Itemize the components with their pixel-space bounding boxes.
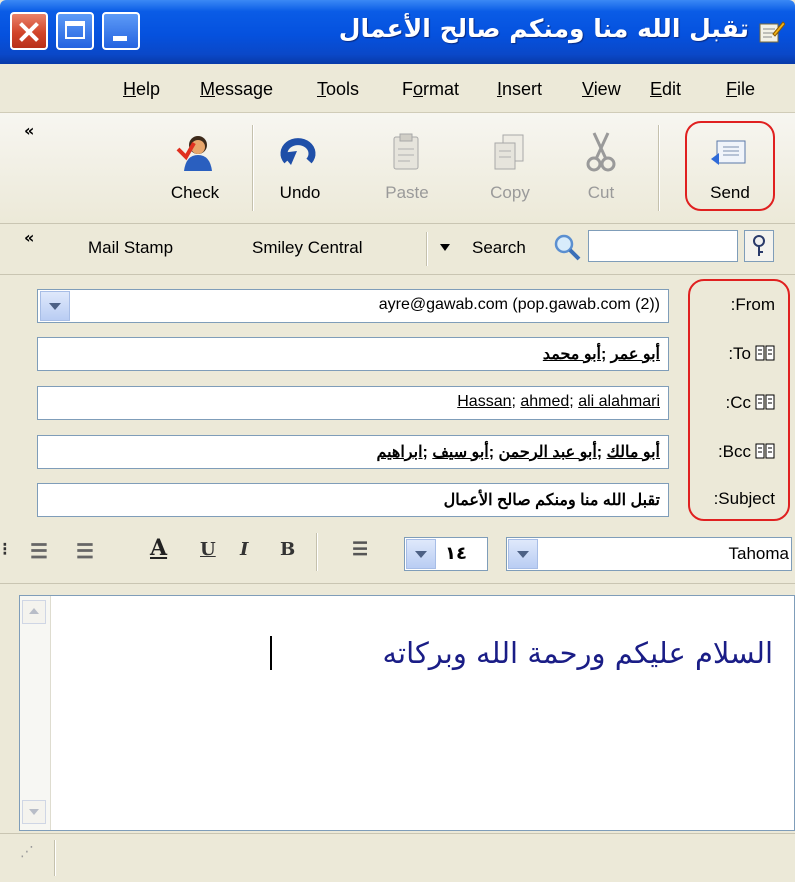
minimize-button[interactable] — [102, 12, 140, 50]
cc-recipient[interactable]: Hassan — [457, 393, 511, 410]
menu-format[interactable]: Format — [402, 79, 459, 100]
bullet-list-icon[interactable]: ☰ — [76, 539, 94, 563]
numbered-list-icon[interactable]: ☰ — [30, 539, 48, 563]
search-button[interactable]: Search — [472, 238, 526, 258]
text-cursor — [270, 636, 272, 670]
font-color-icon[interactable]: A — [150, 535, 167, 561]
main-toolbar: « Check Undo Paste Copy Cut Send — [0, 113, 795, 224]
maximize-button[interactable] — [56, 12, 94, 50]
smiley-central-button[interactable]: Smiley Central — [252, 238, 363, 258]
subject-field[interactable]: تقبل الله منا ومنكم صالح الأعمال — [37, 483, 669, 517]
menu-insert[interactable]: Insert — [497, 79, 542, 100]
title-bar[interactable]: تقبل الله منا ومنكم صالح الأعمال — [0, 0, 795, 64]
cut-button[interactable]: Cut — [566, 113, 636, 223]
paste-button[interactable]: Paste — [372, 113, 442, 223]
magnifier-icon[interactable] — [552, 232, 582, 262]
copy-icon — [494, 134, 524, 170]
menu-help[interactable]: Help — [123, 79, 160, 100]
search-dropdown-arrow[interactable] — [440, 244, 450, 251]
toolbar2-chevron[interactable]: « — [24, 228, 34, 247]
resize-grip-icon[interactable]: ⋰ — [20, 844, 34, 860]
menu-tools[interactable]: Tools — [317, 79, 359, 100]
from-dropdown-button[interactable] — [40, 291, 70, 321]
check-names-icon — [176, 136, 212, 171]
align-icon[interactable]: ☰ — [352, 539, 368, 560]
paste-icon — [393, 133, 419, 170]
underline-icon[interactable]: U — [200, 539, 216, 560]
cc-recipient[interactable]: ali alahmari — [578, 393, 660, 410]
key-icon — [753, 235, 765, 256]
toolbar-chevron[interactable]: « — [24, 121, 34, 140]
body-scrollbar[interactable] — [20, 596, 51, 830]
send-highlight — [685, 121, 775, 211]
menu-bar: Help Message Tools Format Insert View Ed… — [0, 64, 795, 113]
search-input[interactable] — [588, 230, 738, 262]
search-options-button[interactable] — [744, 230, 774, 262]
bcc-recipient[interactable]: أبو سيف — [432, 444, 488, 461]
menu-edit[interactable]: Edit — [650, 79, 681, 100]
undo-button[interactable]: Undo — [260, 113, 340, 223]
bcc-recipient[interactable]: أبو مالك — [607, 444, 660, 461]
window-title: تقبل الله منا ومنكم صالح الأعمال — [338, 14, 749, 43]
undo-icon — [280, 138, 316, 165]
font-name-dropdown[interactable] — [508, 539, 538, 569]
status-bar: ⋰ — [0, 833, 795, 882]
close-button[interactable] — [10, 12, 48, 50]
from-select[interactable]: ayre@gawab.com (pop.gawab.com (2)) — [37, 289, 669, 323]
mail-stamp-button[interactable]: Mail Stamp — [88, 238, 173, 258]
copy-button[interactable]: Copy — [475, 113, 545, 223]
bcc-recipient[interactable]: ابراهيم — [376, 444, 422, 461]
to-recipient[interactable]: أبو عمر — [611, 346, 660, 363]
bcc-recipient[interactable]: أبو عبد الرحمن — [499, 444, 597, 461]
bold-icon[interactable]: B — [280, 539, 295, 560]
check-button[interactable]: Check — [155, 113, 235, 223]
font-name-select[interactable]: Tahoma — [506, 537, 792, 571]
body-text: السلام عليكم ورحمة الله وبركاته — [382, 636, 774, 670]
compose-window: تقبل الله منا ومنكم صالح الأعمال Help Me… — [0, 0, 795, 882]
message-body[interactable] — [19, 595, 795, 831]
menu-view[interactable]: View — [582, 79, 621, 100]
font-size-dropdown[interactable] — [406, 539, 436, 569]
compose-mail-icon — [759, 21, 785, 43]
minimize-icon — [113, 36, 127, 41]
menu-message[interactable]: Message — [200, 79, 273, 100]
chevron-up-icon — [29, 608, 39, 614]
to-field[interactable]: أبو عمر ;أبو محمد — [37, 337, 669, 371]
bcc-field[interactable]: أبو مالك ;أبو عبد الرحمن ;أبو سيف ;ابراه… — [37, 435, 669, 469]
header-labels-highlight — [688, 279, 790, 521]
italic-icon[interactable]: I — [240, 539, 248, 560]
menu-file[interactable]: File — [726, 79, 755, 100]
chevron-down-icon — [29, 809, 39, 815]
scroll-up-button[interactable] — [22, 600, 46, 624]
cc-recipient[interactable]: ahmed — [520, 393, 569, 410]
cc-field[interactable]: Hassan; ahmed; ali alahmari — [37, 386, 669, 420]
maximize-icon — [65, 21, 85, 39]
scissors-icon — [586, 132, 616, 172]
overflow-icon[interactable]: ⁝ — [2, 539, 8, 560]
to-recipient[interactable]: أبو محمد — [543, 346, 601, 363]
scroll-down-button[interactable] — [22, 800, 46, 824]
